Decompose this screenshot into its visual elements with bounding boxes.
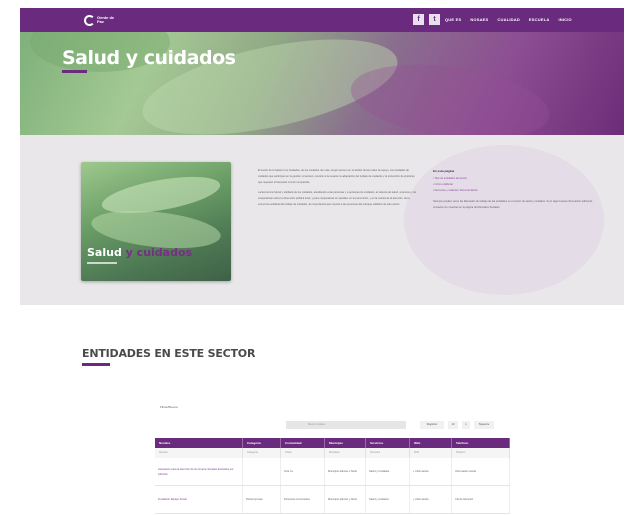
column-header-servicios[interactable]: Servicios bbox=[366, 438, 410, 448]
nav-item-inicio[interactable]: INICIO bbox=[558, 14, 571, 26]
next-page-button[interactable]: Siguiente bbox=[474, 421, 494, 429]
logo-icon bbox=[84, 14, 95, 26]
cover-underline bbox=[87, 262, 117, 264]
column-header-municipio[interactable]: Municipio bbox=[325, 438, 366, 448]
page-size-select[interactable]: 10 bbox=[448, 421, 458, 429]
table-cell: Otra f.a. bbox=[281, 458, 325, 485]
table-pagination: Registros 10 1 Siguiente bbox=[420, 421, 494, 429]
table-cell: Municipio alfonso y Nuño bbox=[325, 486, 366, 513]
filter-toggle[interactable]: Filtrar/Buscar bbox=[160, 405, 178, 409]
page-index-heading: En esta página bbox=[433, 169, 455, 173]
table-row: Fundación Equipo Social Pluriempresas Pe… bbox=[155, 486, 510, 514]
site-logo[interactable]: Gente de Paz bbox=[84, 13, 120, 27]
column-filter[interactable]: Municipio bbox=[325, 448, 366, 458]
column-filter[interactable]: Servicios bbox=[366, 448, 410, 458]
page-title: Salud y cuidados bbox=[62, 47, 236, 69]
table-row: Asociación para la Atención de los Grupo… bbox=[155, 458, 510, 486]
page-number[interactable]: 1 bbox=[462, 421, 470, 429]
column-header-categoria[interactable]: Categoría bbox=[243, 438, 281, 448]
entity-name-link[interactable]: Asociación para la Atención de los Grupo… bbox=[155, 458, 243, 485]
search-input[interactable]: Buscar entidad... bbox=[286, 421, 406, 429]
table-cell: Salud y cuidados bbox=[366, 486, 410, 513]
nav-item-escuela[interactable]: ESCUELA bbox=[529, 14, 550, 26]
column-filter[interactable]: Web bbox=[410, 448, 452, 458]
column-filter[interactable]: Nombre bbox=[155, 448, 243, 458]
table-cell: Salud y Cuidados bbox=[366, 458, 410, 485]
table-cell: + Información bbox=[410, 458, 452, 485]
title-underline bbox=[62, 70, 87, 73]
column-filter[interactable]: Categoría bbox=[243, 448, 281, 458]
page-index-note: Siempre pueden verse las Mercados de tra… bbox=[433, 200, 593, 209]
main-menu: QUE ES NOSAES CUALIDAD ESCUELA INICIO bbox=[445, 14, 572, 26]
logo-text: Gente de Paz bbox=[97, 15, 115, 24]
table-filter-row: Nombre Categoría Todas Municipio Servici… bbox=[155, 448, 510, 458]
heading-underline bbox=[82, 363, 110, 366]
table-cell bbox=[243, 458, 281, 485]
intro-text: El sector de la Salud o los Cuidados, de… bbox=[258, 168, 418, 208]
page-size-label: Registros bbox=[420, 421, 444, 429]
column-filter[interactable]: Todas bbox=[281, 448, 325, 458]
twitter-icon[interactable]: t bbox=[429, 14, 440, 25]
entities-table: Nombre Categoría Comunidad Municipio Ser… bbox=[155, 438, 510, 514]
column-header-telefono[interactable]: Teléfono bbox=[452, 438, 510, 448]
social-links: f t bbox=[413, 14, 440, 25]
cover-title: Salud y cuidados bbox=[87, 246, 193, 259]
column-filter[interactable]: Teléfono bbox=[452, 448, 510, 458]
intro-paragraph: El sector de la Salud o los Cuidados, de… bbox=[258, 169, 415, 184]
section-heading: ENTIDADES EN ESTE SECTOR bbox=[82, 347, 256, 360]
column-header-web[interactable]: Web bbox=[410, 438, 452, 448]
facebook-icon[interactable]: f bbox=[413, 14, 424, 25]
table-cell: Municipio alfonso o Nuño bbox=[325, 458, 366, 485]
nav-item-nosaes[interactable]: NOSAES bbox=[470, 14, 488, 26]
column-header-comunidad[interactable]: Comunidad bbox=[281, 438, 325, 448]
nav-item-cualidad[interactable]: CUALIDAD bbox=[497, 14, 520, 26]
entity-name-link[interactable]: Fundación Equipo Social bbox=[155, 486, 243, 513]
sector-cover-image: Salud y cuidados bbox=[81, 162, 231, 281]
top-navigation-bar: Gente de Paz f t QUE ES NOSAES CUALIDAD … bbox=[20, 8, 624, 32]
table-cell: Personas Comunitaria bbox=[281, 486, 325, 513]
table-cell: Información social bbox=[452, 458, 510, 485]
intro-paragraph: La Economía Social y solidaria de los cu… bbox=[258, 191, 417, 206]
page-index: En esta página Tipo de entidades del sec… bbox=[433, 168, 593, 211]
column-header-nombre[interactable]: Nombre bbox=[155, 438, 243, 448]
table-header-row: Nombre Categoría Comunidad Municipio Ser… bbox=[155, 438, 510, 448]
nav-item-que-es[interactable]: QUE ES bbox=[445, 14, 461, 26]
table-cell: Pluriempresas bbox=[243, 486, 281, 513]
table-cell: + Información bbox=[410, 486, 452, 513]
page-index-link[interactable]: Recursos y material / Documentación bbox=[433, 188, 593, 194]
page-index-list: Tipo de entidades del sector Cómo colabo… bbox=[433, 176, 593, 194]
table-cell: Vía de Atención bbox=[452, 486, 510, 513]
